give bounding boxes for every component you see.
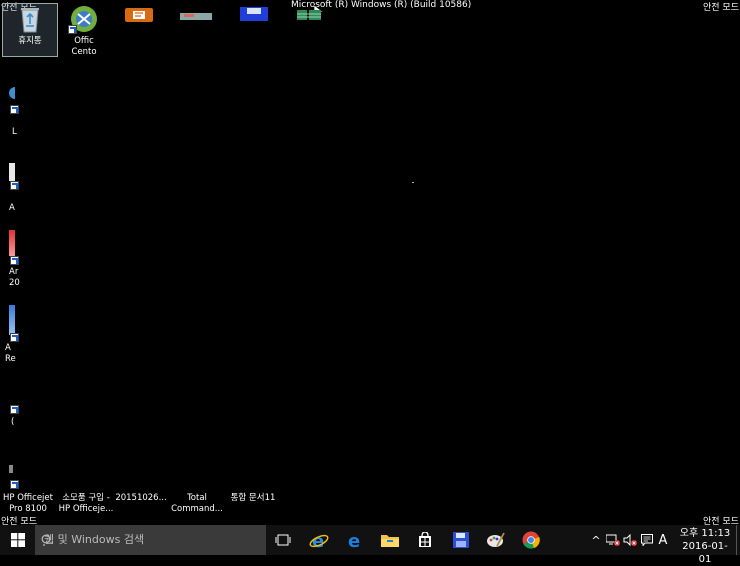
shortcut-arrow-icon (10, 480, 19, 489)
desktop-icon-fragment[interactable]: L (9, 87, 23, 139)
clock-date: 2016-01-01 (682, 541, 728, 565)
spreadsheet-icon (293, 4, 325, 34)
desktop-icon-label: A (9, 203, 15, 213)
search-placeholder: 웹 및 Windows 검색 (44, 533, 145, 546)
app-icon (9, 87, 15, 99)
shortcut-arrow-icon (10, 405, 19, 414)
desktop-icon-label: 통합 문서11 (230, 493, 276, 503)
recycle-bin-icon (14, 4, 46, 34)
shortcut-arrow-icon (10, 333, 19, 342)
volume-muted-icon (623, 534, 637, 546)
network-status-button[interactable] (605, 525, 621, 555)
input-method-button[interactable]: A (655, 525, 671, 555)
desktop-icon-office-center[interactable]: Offic Cento (57, 4, 111, 58)
desktop-icon-fragment[interactable]: A (9, 163, 23, 215)
show-hidden-icons-button[interactable]: ^ (589, 525, 603, 555)
chrome-button[interactable] (514, 525, 548, 555)
desktop-icon-label: ( (11, 417, 15, 427)
app-icon (9, 163, 15, 181)
shortcut-arrow-icon (10, 105, 19, 114)
internet-explorer-button[interactable]: e (302, 525, 336, 555)
desktop-icon-fragment[interactable]: Ar 20 (9, 230, 23, 290)
task-view-icon (275, 534, 291, 546)
windows-logo-icon (10, 533, 25, 547)
desktop-icon-label: 20151026... (115, 493, 167, 503)
desktop-icon-label: 소모품 구입 - HP Officeje... (58, 493, 114, 514)
taskbar: 웹 및 Windows 검색 e e ^ A 오후 11:13 2016-01-… (0, 525, 740, 565)
volume-button[interactable] (622, 525, 638, 555)
task-view-button[interactable] (266, 525, 300, 555)
shortcut-arrow-icon (68, 25, 77, 34)
desktop-icon-image-app[interactable] (169, 4, 223, 36)
floppy-disk-icon (453, 532, 469, 548)
store-button[interactable] (408, 525, 442, 555)
store-icon (419, 532, 431, 547)
edge-button[interactable]: e (338, 525, 372, 555)
safe-mode-label-top-right: 안전 모드 (703, 3, 739, 13)
show-desktop-button[interactable] (736, 525, 740, 555)
start-button[interactable] (0, 525, 35, 555)
search-box[interactable]: 웹 및 Windows 검색 (35, 525, 266, 555)
internet-explorer-icon: e (309, 531, 329, 550)
shortcut-arrow-icon (10, 181, 19, 190)
paint-icon (487, 532, 505, 547)
app-icon (9, 230, 15, 256)
desktop-icon-label: Offic Cento (71, 36, 97, 57)
desktop-icon-fragment[interactable]: ( (9, 405, 23, 431)
desktop-icon-label: L (12, 127, 17, 137)
desktop-icon-fragment[interactable]: A Re (5, 305, 23, 365)
action-center-button[interactable] (640, 525, 654, 555)
ime-indicator: A (658, 532, 668, 548)
desktop-icon-save-app[interactable] (227, 4, 281, 36)
stray-pixel (412, 182, 414, 183)
clock-time: 오후 11:13 (679, 528, 731, 539)
file-explorer-button[interactable] (373, 525, 407, 555)
desktop-icon-recycle-bin[interactable]: 휴지통 (2, 3, 58, 57)
desktop-icon-spreadsheet-app[interactable] (282, 4, 336, 36)
save-app-button[interactable] (444, 525, 478, 555)
office-app-icon (123, 4, 155, 34)
app-icon (9, 305, 15, 335)
action-center-icon (641, 534, 653, 546)
desktop-icon-fragment[interactable] (9, 465, 23, 491)
desktop-icon-total-commander[interactable]: Total Command... (169, 493, 225, 515)
app-icon (9, 465, 13, 473)
taskbar-clock[interactable]: 오후 11:13 2016-01-01 (676, 527, 734, 566)
edge-icon: e (348, 531, 360, 549)
svg-text:e: e (348, 531, 360, 549)
floppy-disk-icon (238, 4, 270, 34)
chevron-up-icon: ^ (591, 533, 601, 547)
file-explorer-icon (381, 535, 399, 547)
shortcut-arrow-icon (10, 256, 19, 265)
svg-text:e: e (312, 531, 324, 550)
chrome-icon (522, 531, 540, 549)
desktop-icon-supplies[interactable]: 소모품 구입 - HP Officeje... (57, 493, 115, 515)
image-app-icon (180, 4, 212, 34)
network-disconnected-icon (606, 534, 620, 546)
desktop-icon-label: Ar 20 (9, 267, 20, 288)
desktop-icon-label: A Re (5, 343, 16, 364)
desktop-icon-office-app[interactable] (112, 4, 166, 36)
desktop-icon-workbook[interactable]: 통합 문서11 (225, 493, 281, 504)
desktop-icon-label: 휴지통 (18, 36, 42, 46)
paint-button[interactable] (479, 525, 513, 555)
desktop-icon-hp-officejet[interactable]: HP Officejet Pro 8100 (0, 493, 56, 515)
desktop-icon-label: HP Officejet Pro 8100 (3, 493, 53, 514)
desktop-icon-label: Total Command... (171, 493, 223, 514)
office-center-icon (68, 4, 100, 34)
desktop-icon-document[interactable]: 20151026... (113, 493, 169, 504)
